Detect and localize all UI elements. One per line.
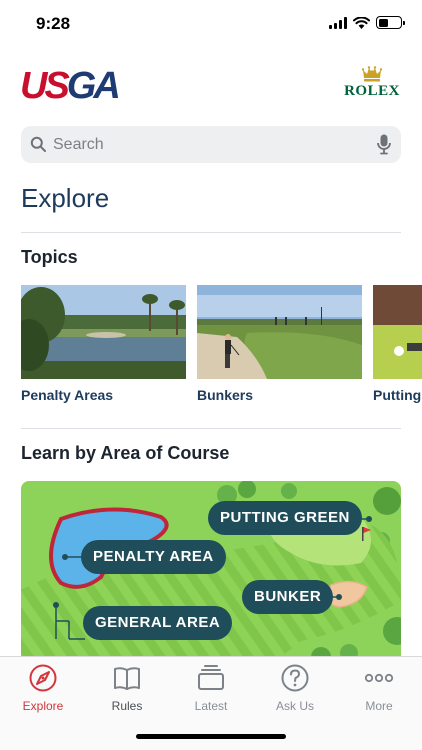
search-icon [30, 136, 46, 152]
topic-label: Putting [373, 387, 422, 403]
status-bar: 9:28 [0, 0, 422, 50]
tab-ask-us[interactable]: Ask Us [253, 663, 337, 713]
tab-rules[interactable]: Rules [85, 663, 169, 713]
status-time: 9:28 [36, 14, 71, 33]
usga-logo: USGA [20, 65, 121, 107]
area-putting-green-button[interactable]: PUTTING GREEN [208, 501, 362, 535]
tab-explore[interactable]: Explore [1, 663, 85, 713]
question-icon [281, 664, 309, 692]
divider [21, 428, 401, 429]
wifi-icon [353, 16, 370, 29]
home-indicator[interactable] [136, 734, 286, 739]
cellular-signal-icon [329, 16, 347, 29]
page-title: Explore [21, 183, 110, 213]
search-bar[interactable] [21, 126, 401, 163]
divider [21, 232, 401, 233]
topic-label: Penalty Areas [21, 387, 114, 403]
area-penalty-area-button[interactable]: PENALTY AREA [81, 540, 226, 574]
putting-image [373, 285, 422, 379]
microphone-icon[interactable] [377, 134, 391, 155]
course-areas-heading: Learn by Area of Course [21, 443, 230, 463]
brand-header: USGA ROLEX [20, 66, 402, 106]
topic-card-bunkers[interactable]: Bunkers [197, 285, 362, 403]
rolex-logo: ROLEX [342, 66, 402, 100]
area-bunker-button[interactable]: BUNKER [242, 580, 334, 614]
area-general-area-button[interactable]: GENERAL AREA [83, 606, 233, 640]
battery-icon [376, 16, 405, 29]
topic-card-putting[interactable]: Putting [373, 285, 422, 403]
stack-icon [198, 665, 224, 690]
penalty-areas-image [21, 285, 186, 379]
status-icons [329, 16, 405, 29]
tab-latest[interactable]: Latest [169, 663, 253, 713]
book-icon [114, 667, 140, 690]
bunkers-image [197, 285, 362, 379]
topic-card-penalty-areas[interactable]: Penalty Areas [21, 285, 186, 403]
compass-icon [29, 664, 57, 692]
more-dots-icon [364, 673, 394, 683]
crown-icon [362, 66, 382, 82]
topic-label: Bunkers [197, 387, 254, 403]
tab-more[interactable]: More [337, 663, 421, 713]
course-map[interactable]: PUTTING GREEN PENALTY AREA BUNKER GENERA… [21, 481, 401, 657]
topics-carousel[interactable]: Penalty Areas Bunkers Putting [21, 285, 422, 405]
search-input[interactable] [53, 126, 373, 163]
topics-heading: Topics [21, 247, 78, 267]
